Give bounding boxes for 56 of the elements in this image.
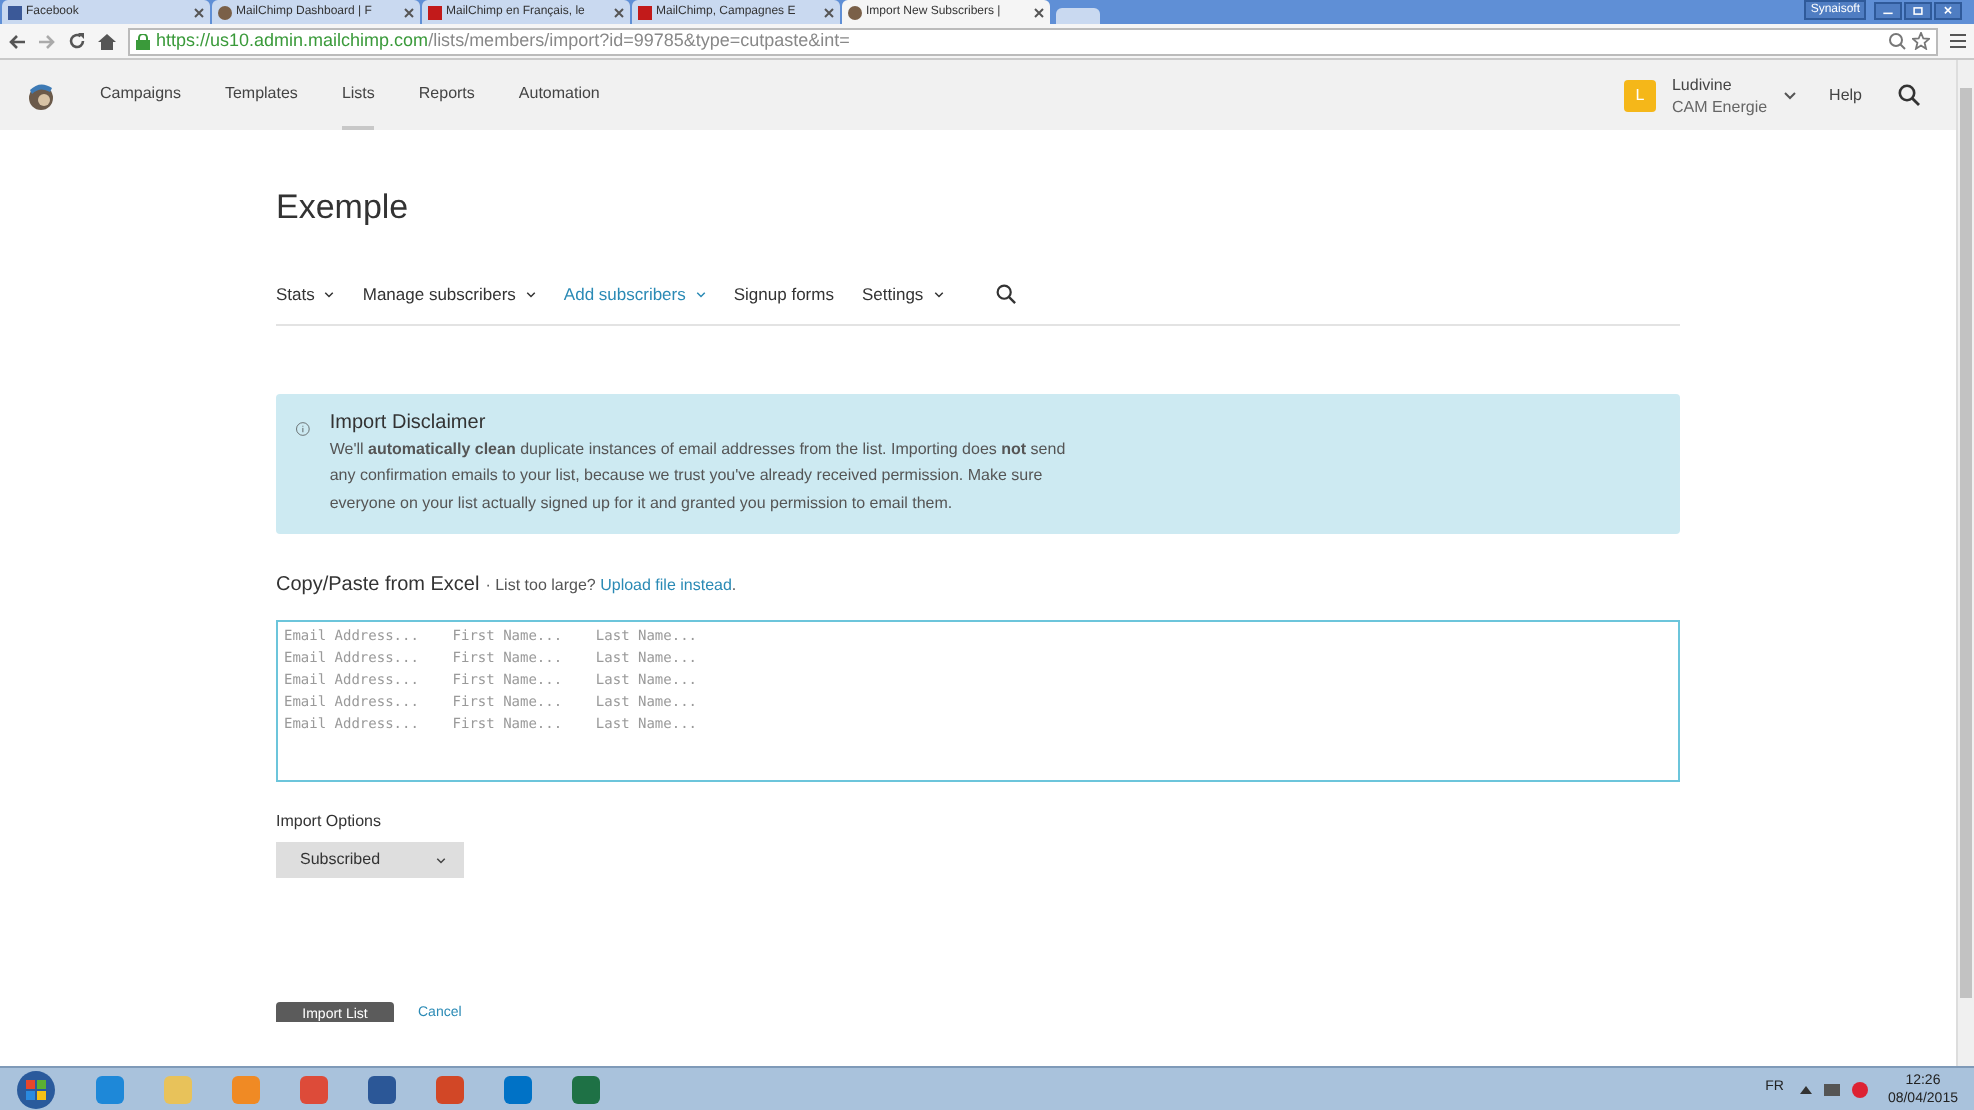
section-title: Copy/Paste from Excel <box>276 572 480 601</box>
minimize-icon[interactable] <box>1874 2 1902 20</box>
status-dropdown[interactable]: Subscribed <box>276 842 464 879</box>
close-icon[interactable] <box>1934 2 1962 20</box>
subnav-tab[interactable]: Signup forms <box>733 282 834 308</box>
caret-icon <box>436 857 446 864</box>
close-icon[interactable] <box>1034 7 1044 17</box>
import-options-label: Import Options <box>276 810 383 835</box>
caret-icon <box>324 291 335 298</box>
star-icon[interactable] <box>1912 32 1930 50</box>
nav-link[interactable]: Automation <box>518 60 600 130</box>
favicon-icon <box>8 5 22 19</box>
menu-icon[interactable] <box>1950 34 1966 48</box>
list-title: Exemple <box>276 186 411 230</box>
close-icon[interactable] <box>404 7 414 17</box>
lock-icon <box>136 33 150 49</box>
help-link[interactable]: Help <box>1829 83 1862 107</box>
disclaimer-title: Import Disclaimer <box>329 409 488 436</box>
close-icon[interactable] <box>614 7 624 17</box>
size-hint: · List too large? <box>485 576 596 595</box>
nav-link[interactable]: Templates <box>224 60 298 130</box>
reload-icon[interactable] <box>68 32 86 50</box>
nav-link[interactable]: Lists <box>341 60 375 130</box>
upload-file-link[interactable]: Upload file instead <box>600 576 732 595</box>
account-menu[interactable]: L Ludivine CAM Energie <box>1623 73 1796 117</box>
subnav-tab[interactable]: Stats <box>276 282 335 308</box>
subnav-tab[interactable]: Add subscribers <box>563 282 706 308</box>
favicon-icon <box>218 5 232 19</box>
close-icon[interactable] <box>824 7 834 17</box>
favicon-icon <box>848 5 862 19</box>
search-icon[interactable] <box>1898 84 1920 106</box>
nav-link[interactable]: Reports <box>418 60 475 130</box>
account-company: CAM Energie <box>1671 95 1768 117</box>
account-name: Ludivine <box>1671 73 1734 95</box>
url-text: https://us10.admin.mailchimp.com/lists/members/import?id=99785&type=cutpaste&int= <box>156 32 850 50</box>
address-bar[interactable]: https://us10.admin.mailchimp.com/lists/members/import?id=99785&type=cutpaste&int= <box>128 27 1938 55</box>
account-avatar: L <box>1623 79 1656 111</box>
period: . <box>731 576 737 595</box>
caret-icon <box>695 291 706 298</box>
back-icon[interactable] <box>8 33 26 49</box>
home-icon[interactable] <box>98 33 116 49</box>
zoom-icon <box>1888 32 1906 50</box>
favicon-icon <box>428 5 442 19</box>
favicon-icon <box>638 5 652 19</box>
restore-icon[interactable] <box>1904 2 1932 20</box>
caret-icon <box>1783 91 1796 99</box>
subnav-tab[interactable]: Manage subscribers <box>362 282 536 308</box>
caret-icon <box>933 291 944 298</box>
disclaimer-text: We'll automatically clean duplicate instances of email addresses from the list. Importing does not send any confirmation emails to your list, because we trust you've already received permission. Make sure everyone on your list actually signed up for it and granted you permission to email them. <box>329 437 1068 516</box>
caret-icon <box>525 291 536 298</box>
start-icon[interactable] <box>16 1069 56 1109</box>
monkey-logo-icon[interactable] <box>26 79 56 111</box>
subnav-tab[interactable]: Settings <box>861 282 944 308</box>
search-icon[interactable] <box>995 284 1016 305</box>
close-icon[interactable] <box>194 7 204 17</box>
nav-link[interactable]: Campaigns <box>100 60 181 130</box>
